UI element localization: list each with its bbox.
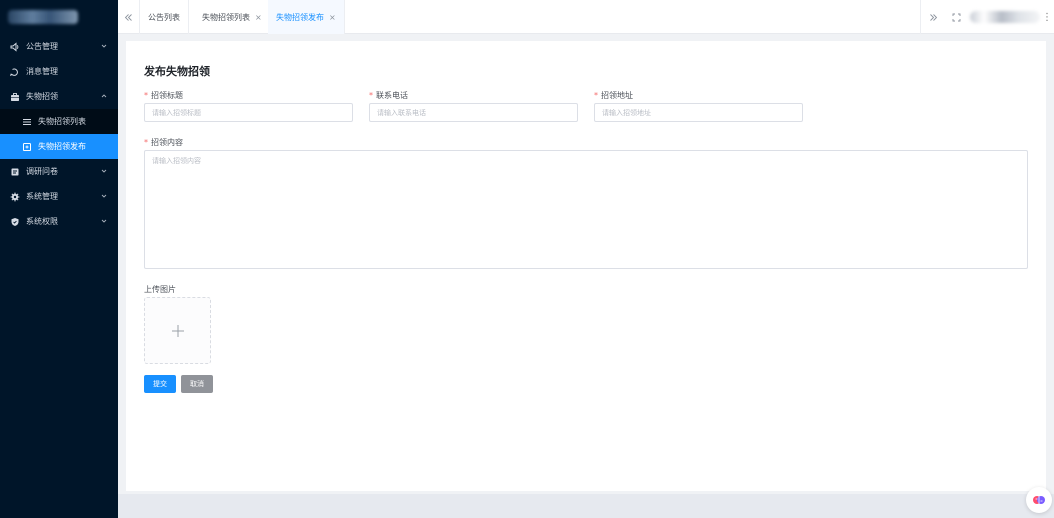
double-chevron-right-icon xyxy=(930,13,938,21)
shield-icon xyxy=(10,217,20,227)
briefcase-icon xyxy=(10,92,20,102)
sidebar-subitem-lost-found-publish[interactable]: 失物招领发布 xyxy=(0,134,118,159)
sidebar-subitem-label: 失物招领发布 xyxy=(38,142,86,151)
sidebar-subitem-lost-found-list[interactable]: 失物招领列表 xyxy=(0,109,118,134)
sidebar-item-messages[interactable]: 消息管理 xyxy=(0,59,118,84)
required-mark: * xyxy=(144,91,148,100)
edit-icon xyxy=(22,142,32,152)
chevron-down-icon xyxy=(101,217,107,223)
double-chevron-left-icon xyxy=(124,13,132,21)
survey-icon xyxy=(10,167,20,177)
main-content: 发布失物招领 *招领标题 *联系电话 *招领地址 *招领内容 上传图片 提交 取… xyxy=(118,34,1054,494)
content-label: * 招领内容 xyxy=(144,137,183,148)
speaker-icon xyxy=(10,41,20,52)
sidebar: 公告管理 消息管理 失物招领 失物招领列表 失物招领发布 调研问卷 系统管理 系… xyxy=(0,0,118,518)
topbar-actions: ⋮ xyxy=(920,0,1054,34)
scroll-left-button[interactable] xyxy=(118,0,140,34)
sidebar-item-label: 消息管理 xyxy=(26,67,58,76)
fullscreen-icon xyxy=(952,13,960,21)
upload-label: 上传图片 xyxy=(144,285,176,294)
logo-image xyxy=(8,10,78,24)
chevron-down-icon xyxy=(101,42,107,48)
required-mark: * xyxy=(369,91,373,100)
tab-bar: 公告列表 失物招领列表 × 失物招领发布 × ⋮ xyxy=(118,0,1054,34)
tab-lost-found-publish[interactable]: 失物招领发布 × xyxy=(268,0,345,34)
assistant-button[interactable] xyxy=(1026,487,1052,513)
sidebar-item-system-permissions[interactable]: 系统权限 xyxy=(0,209,118,234)
address-input[interactable] xyxy=(594,103,803,122)
address-label-text: 招领地址 xyxy=(601,91,633,100)
sidebar-item-announcements[interactable]: 公告管理 xyxy=(0,34,118,59)
submit-button[interactable]: 提交 xyxy=(144,375,176,393)
logo xyxy=(0,0,118,34)
more-icon[interactable]: ⋮ xyxy=(1040,12,1054,23)
phone-label-text: 联系电话 xyxy=(376,91,408,100)
sidebar-item-label: 系统管理 xyxy=(26,192,58,201)
chevron-up-icon xyxy=(101,92,107,98)
tab-label: 失物招领发布 xyxy=(276,12,324,22)
sidebar-item-label: 调研问卷 xyxy=(26,167,58,176)
phone-input[interactable] xyxy=(369,103,578,122)
page-title: 发布失物招领 xyxy=(144,65,210,78)
scroll-right-button[interactable] xyxy=(920,0,946,34)
message-icon xyxy=(10,67,20,77)
form-card: 发布失物招领 *招领标题 *联系电话 *招领地址 *招领内容 上传图片 提交 取… xyxy=(126,41,1046,491)
required-mark: * xyxy=(144,138,148,147)
cancel-button[interactable]: 取消 xyxy=(181,375,213,393)
content-textarea[interactable] xyxy=(144,150,1028,269)
content-label-text: 招领内容 xyxy=(151,138,183,147)
plus-icon xyxy=(171,324,184,337)
fullscreen-button[interactable] xyxy=(946,0,966,34)
image-upload[interactable] xyxy=(144,297,211,364)
tab-label: 失物招领列表 xyxy=(202,12,250,22)
title-label: * 招领标题 xyxy=(144,90,183,101)
title-input[interactable] xyxy=(144,103,353,122)
title-label-text: 招领标题 xyxy=(151,91,183,100)
tab-label: 公告列表 xyxy=(148,12,180,22)
list-icon xyxy=(22,117,32,127)
address-label: * 招领地址 xyxy=(594,90,633,101)
required-mark: * xyxy=(594,91,598,100)
sidebar-item-label: 公告管理 xyxy=(26,42,58,51)
chevron-down-icon xyxy=(101,192,107,198)
sidebar-item-survey[interactable]: 调研问卷 xyxy=(0,159,118,184)
chevron-down-icon xyxy=(101,167,107,173)
tab-lost-found-list[interactable]: 失物招领列表 × xyxy=(194,0,271,34)
close-icon[interactable]: × xyxy=(255,13,262,22)
sidebar-item-label: 系统权限 xyxy=(26,217,58,226)
sidebar-item-system-management[interactable]: 系统管理 xyxy=(0,184,118,209)
sidebar-item-label: 失物招领 xyxy=(26,92,58,101)
footer xyxy=(118,494,1054,518)
phone-label: * 联系电话 xyxy=(369,90,408,101)
sidebar-subitem-label: 失物招领列表 xyxy=(38,117,86,126)
tab-announcement-list[interactable]: 公告列表 xyxy=(140,0,189,34)
close-icon[interactable]: × xyxy=(329,13,336,22)
user-avatar[interactable] xyxy=(970,11,1040,23)
brain-icon xyxy=(1033,496,1045,504)
gear-icon xyxy=(10,192,20,202)
sidebar-item-lost-found[interactable]: 失物招领 xyxy=(0,84,118,109)
